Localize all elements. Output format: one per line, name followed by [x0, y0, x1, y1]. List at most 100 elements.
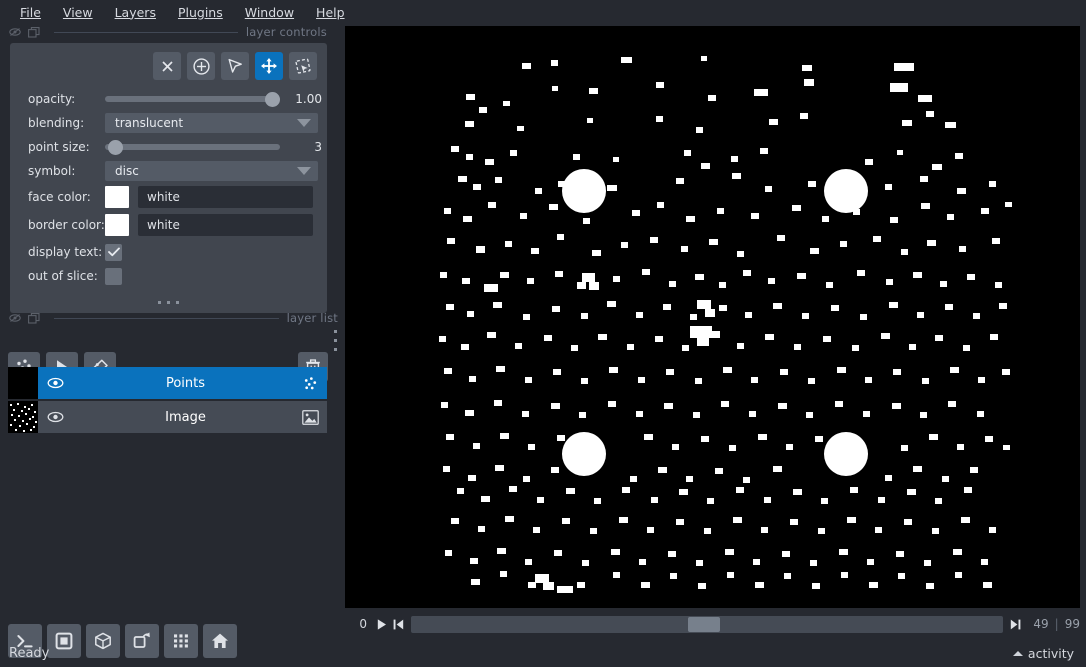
- border-color-swatch[interactable]: [105, 214, 129, 236]
- point-size-slider-handle[interactable]: [108, 139, 123, 155]
- layer-controls-card: opacity: 1.00 blending: translucent poin…: [10, 43, 327, 313]
- image-icon: [302, 409, 319, 425]
- dims-slider-handle[interactable]: [688, 616, 720, 632]
- point-size-label: point size:: [28, 140, 90, 154]
- canvas-content: [345, 26, 1080, 608]
- chevron-down-icon: [297, 119, 311, 127]
- layer-visibility-toggle-points[interactable]: [38, 377, 72, 389]
- chevron-up-icon: [1012, 651, 1023, 656]
- dock-title-rule: [54, 317, 279, 319]
- symbol-row: symbol: disc: [10, 159, 327, 183]
- layer-controls-title-label: layer controls: [245, 25, 327, 39]
- layer-controls-dock-title: layer controls: [0, 24, 337, 40]
- points-icon: [304, 376, 317, 389]
- layer-name-points[interactable]: Points: [72, 376, 327, 391]
- point-size-slider[interactable]: [105, 138, 280, 156]
- add-points-button[interactable]: [187, 52, 215, 80]
- border-color-input[interactable]: white: [138, 214, 313, 236]
- symbol-label: symbol:: [28, 164, 76, 178]
- dock-float-icon[interactable]: [27, 26, 40, 38]
- menu-help[interactable]: Help: [305, 2, 356, 23]
- layer-list-dock-title: layer list: [0, 310, 348, 326]
- face-color-value: white: [147, 190, 180, 204]
- opacity-value: 1.00: [295, 92, 322, 106]
- eye-icon: [47, 411, 63, 423]
- menu-layers[interactable]: Layers: [104, 2, 167, 23]
- status-message: Ready: [9, 646, 50, 661]
- activity-button[interactable]: activity: [1012, 646, 1074, 661]
- point-size-row: point size: 3: [10, 135, 327, 159]
- panel-splitter-vertical[interactable]: [331, 320, 339, 360]
- menu-help-label: Help: [316, 4, 345, 20]
- napari-window: File View Layers Plugins Window Help lay…: [0, 0, 1086, 667]
- dock-float-icon[interactable]: [27, 312, 40, 324]
- panel-splitter-horizontal[interactable]: [0, 295, 337, 309]
- check-icon: [107, 247, 120, 257]
- dims-step-back-button[interactable]: [390, 616, 407, 633]
- dims-current-value: 49: [1033, 617, 1049, 631]
- status-bar: Ready activity: [0, 640, 1086, 667]
- symbol-value: disc: [115, 164, 139, 178]
- opacity-row: opacity: 1.00: [10, 87, 327, 111]
- display-text-label: display text:: [28, 245, 103, 259]
- menu-bar: File View Layers Plugins Window Help: [0, 0, 1086, 24]
- opacity-slider-track: [105, 96, 280, 102]
- dock-hide-icon[interactable]: [8, 312, 21, 324]
- dims-axis-label: 0: [359, 617, 367, 631]
- layer-row-body[interactable]: Image: [38, 401, 327, 433]
- blending-dropdown[interactable]: translucent: [105, 113, 318, 133]
- menu-plugins-label: Plugins: [177, 4, 223, 20]
- out-of-slice-checkbox[interactable]: [105, 267, 122, 285]
- points-tool-buttons: [153, 52, 317, 80]
- menu-file[interactable]: File: [9, 2, 52, 23]
- opacity-label: opacity:: [28, 92, 76, 106]
- menu-plugins[interactable]: Plugins: [167, 2, 234, 23]
- layer-thumbnail-points: [8, 367, 38, 399]
- face-color-label: face color:: [28, 190, 91, 204]
- border-color-value: white: [147, 218, 180, 232]
- menu-window[interactable]: Window: [234, 2, 305, 23]
- dims-max-value: 99: [1064, 617, 1080, 631]
- transform-button[interactable]: [289, 52, 317, 80]
- dock-hide-icon[interactable]: [8, 26, 21, 38]
- viewer-canvas[interactable]: [345, 26, 1080, 608]
- opacity-slider[interactable]: [105, 90, 280, 108]
- step-forward-icon: [1011, 619, 1021, 629]
- opacity-slider-handle[interactable]: [265, 91, 280, 107]
- menu-view-label: View: [62, 4, 93, 20]
- dims-slider-bar: 0 49 | 99: [345, 612, 1080, 636]
- dims-play-button[interactable]: [373, 616, 390, 633]
- menu-file-label: File: [20, 4, 41, 20]
- step-back-icon: [393, 619, 404, 629]
- left-dock-panel: layer controls opacity: 1.00 blending: t…: [0, 24, 339, 658]
- display-text-row: display text:: [10, 240, 327, 264]
- layer-row-points[interactable]: Points: [8, 367, 327, 399]
- pan-zoom-button[interactable]: [255, 52, 283, 80]
- delete-selected-points-button[interactable]: [153, 52, 181, 80]
- blending-value: translucent: [115, 116, 184, 130]
- layer-type-icon-points: [302, 375, 319, 392]
- layer-row-body[interactable]: Points: [38, 367, 327, 399]
- layer-visibility-toggle-image[interactable]: [38, 411, 72, 423]
- layer-type-icon-image: [302, 409, 319, 425]
- dock-title-rule: [54, 31, 238, 33]
- eye-icon: [47, 377, 63, 389]
- face-color-row: face color: white: [10, 185, 327, 209]
- symbol-dropdown[interactable]: disc: [105, 161, 318, 181]
- menu-window-label: Window: [244, 4, 295, 20]
- dims-slider-track[interactable]: [411, 615, 1004, 633]
- display-text-checkbox[interactable]: [105, 243, 122, 261]
- select-points-button[interactable]: [221, 52, 249, 80]
- face-color-input[interactable]: white: [138, 186, 313, 208]
- menu-view[interactable]: View: [52, 2, 104, 23]
- menu-layers-label: Layers: [114, 4, 156, 20]
- layer-name-image[interactable]: Image: [72, 410, 327, 425]
- layer-row-image[interactable]: Image: [8, 401, 327, 433]
- dims-separator: |: [1054, 617, 1059, 631]
- face-color-swatch[interactable]: [105, 186, 129, 208]
- out-of-slice-label: out of slice:: [28, 269, 98, 283]
- point-size-slider-track: [105, 144, 280, 150]
- dims-step-forward-button[interactable]: [1007, 616, 1024, 633]
- point-size-value: 3: [314, 140, 322, 154]
- layer-thumbnail-image: [8, 401, 38, 433]
